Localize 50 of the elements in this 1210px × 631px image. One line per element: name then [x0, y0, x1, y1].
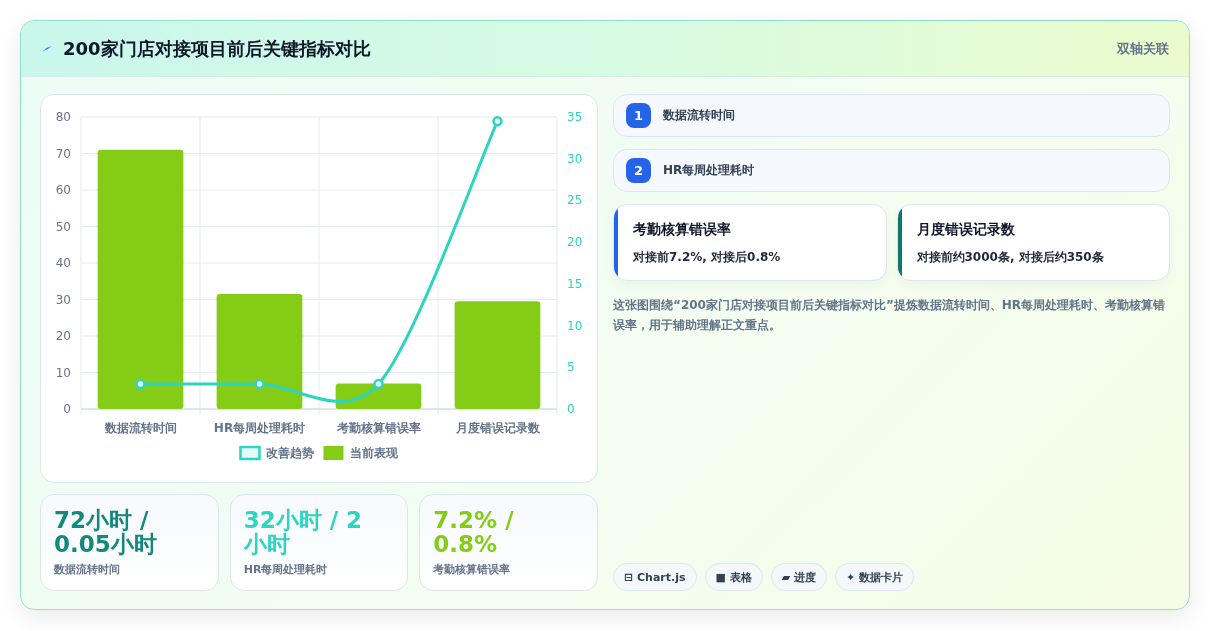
axis-tick-label: 30: [55, 292, 71, 307]
axis-tick-label: 60: [55, 183, 71, 197]
axis-tick-label: 25: [567, 193, 583, 208]
axis-tick-label: 0: [567, 402, 575, 416]
axis-tick-label: 10: [567, 318, 583, 333]
category-label: 数据流转时间: [104, 421, 177, 435]
axis-tick-label: 0: [63, 402, 71, 416]
card-detail: 对接前约3000条, 对接后约350条: [916, 249, 1105, 266]
stat-value: 72小时 / 0.05小时: [54, 508, 158, 556]
stat-value: 7.2% / 0.8%: [433, 508, 515, 556]
number-badge: 1: [626, 103, 651, 128]
axis-tick-label: 40: [55, 256, 71, 270]
axis-tick-label: 30: [567, 151, 583, 166]
card-title: 考勤核算错误率: [633, 221, 732, 239]
legend-label: 改善趋势: [265, 446, 314, 460]
axis-tick-label: 50: [55, 219, 71, 234]
stat-label: HR每周处理耗时: [243, 562, 329, 577]
axis-tick-label: 35: [567, 110, 583, 124]
stat-label: 考勤核算错误率: [433, 562, 512, 577]
axis-note: 双轴关联: [1117, 39, 1169, 58]
tag-chip: ▰ 进度: [770, 563, 828, 591]
panel-title: 200家门店对接项目前后关键指标对比: [63, 36, 371, 61]
tag-chip: ✦ 数据卡片: [835, 563, 915, 591]
item-label: 数据流转时间: [663, 107, 735, 124]
stat-label: 数据流转时间: [54, 562, 121, 577]
axis-tick-label: 15: [567, 276, 583, 291]
axis-tick-label: 5: [567, 360, 575, 375]
tag-chip: ■ 表格: [704, 563, 763, 591]
axis-tick-label: 10: [55, 365, 71, 380]
axis-tick-label: 80: [55, 110, 71, 124]
data-point: [135, 378, 146, 390]
category-label: HR每周处理耗时: [213, 421, 306, 435]
data-point: [492, 115, 503, 127]
legend-swatch: [239, 445, 261, 461]
stat-value: 32小时 / 2 小时: [243, 508, 364, 556]
item-label: HR每周处理耗时: [663, 162, 755, 179]
number-badge: 2: [626, 158, 651, 183]
card-detail: 对接前7.2%, 对接后0.8%: [633, 249, 782, 266]
axis-tick-label: 20: [55, 329, 71, 343]
axis-tick-label: 70: [55, 146, 71, 161]
data-point: [373, 378, 384, 390]
category-label: 考勤核算错误率: [336, 421, 421, 435]
category-label: 月度错误记录数: [455, 421, 540, 435]
legend-label: 当前表现: [349, 446, 398, 460]
axis-tick-label: 20: [567, 235, 583, 250]
description: 这张图围绕“200家门店对接项目前后关键指标对比”提炼数据流转时间、HR每周处理耗时、考勤核算错误率，用于辅助理解正文重点。: [613, 297, 1167, 334]
data-point: [254, 378, 265, 390]
card-title: 月度错误记录数: [916, 221, 1016, 239]
tag-chip: ⊟ Chart.js: [613, 563, 697, 591]
legend-swatch: [323, 446, 344, 460]
